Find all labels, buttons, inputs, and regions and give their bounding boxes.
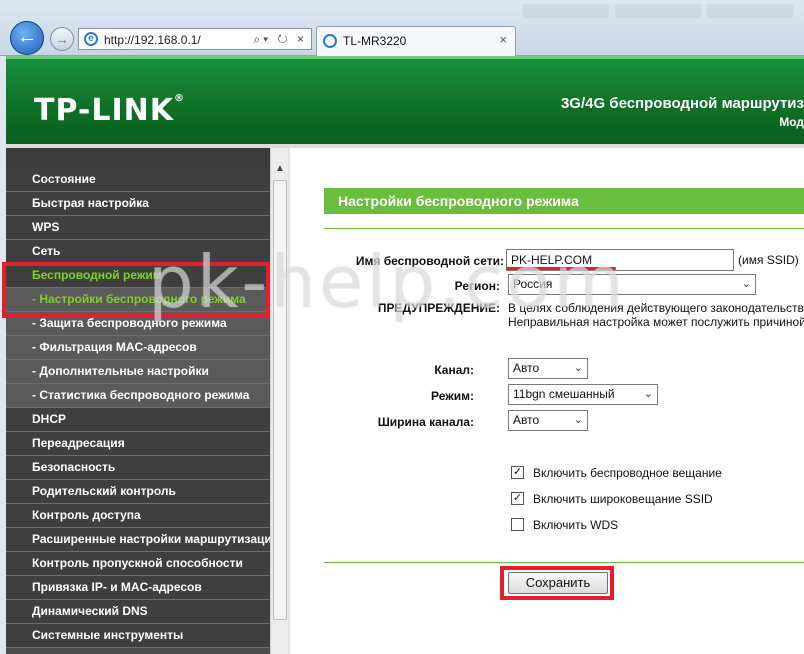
channel-width-value: Авто [513,413,540,427]
sidebar-item[interactable]: Контроль доступа [6,504,270,528]
wds-checkbox-label: Включить WDS [533,518,619,532]
address-bar[interactable]: e http://192.168.0.1/ ⌕▾ ↻ × [78,28,312,50]
sidebar-item[interactable]: DHCP [6,408,270,432]
warning-text-2: Неправильная настройка может послужить п… [508,315,804,329]
mode-select[interactable]: 11bgn смешанный ⌄ [508,384,658,405]
sidebar-item[interactable]: Переадресация [6,432,270,456]
chevron-down-icon: ⌄ [643,388,653,400]
ssid-broadcast-checkbox-label: Включить широковещание SSID [533,492,713,506]
chevron-down-icon: ⌄ [741,278,751,290]
ssid-hint: (имя SSID) [738,253,799,267]
warning-text-1: В целях соблюдения действующего законода… [508,301,804,315]
annotation-ssid-underline [506,267,616,270]
sidebar-item[interactable]: - Дополнительные настройки [6,360,270,384]
channel-width-select[interactable]: Авто ⌄ [508,410,588,431]
chevron-down-icon: ⌄ [573,362,583,374]
annotation-save [500,566,614,600]
annotation-wireless-menu [2,262,270,318]
region-select[interactable]: Россия ⌄ [508,274,756,295]
channel-label: Канал: [434,363,474,377]
tp-link-logo: TP-LINK® [34,93,186,128]
ssid-label: Имя беспроводной сети: [355,254,504,268]
address-tools-icon[interactable]: ⌕▾ ↻ × [253,32,307,47]
sidebar-item[interactable]: Состояние [6,168,270,192]
sidebar-item[interactable]: Сеть [6,240,270,264]
channel-value: Авто [513,361,540,375]
sidebar: Состояние Быстрая настройка WPS Сеть Беспров… [6,148,270,654]
mode-label: Режим: [431,389,474,403]
browser-chrome: ← → e http://192.168.0.1/ ⌕▾ ↻ × TL-MR32… [0,0,804,56]
sidebar-item[interactable]: Системные инструменты [6,624,270,648]
sidebar-item[interactable]: Безопасность [6,456,270,480]
sidebar-item[interactable]: Расширенные настройки маршрутизации [6,528,270,552]
sidebar-item[interactable]: - Статистика беспроводного режима [6,384,270,408]
sidebar-item[interactable]: Быстрая настройка [6,192,270,216]
sidebar-item[interactable]: Динамический DNS [6,600,270,624]
ie-icon: e [84,32,98,46]
section-rule-bottom [324,562,804,563]
browser-tab[interactable]: TL-MR3220 × [316,26,516,56]
warning-label: ПРЕДУПРЕЖДЕНИЕ: [377,301,500,315]
section-rule-top [324,228,804,229]
mode-value: 11bgn смешанный [513,387,615,401]
ssid-broadcast-checkbox[interactable]: ✓ [511,492,524,505]
region-label: Регион: [454,279,500,293]
scroll-thumb[interactable] [273,180,287,620]
scroll-up-icon[interactable]: ▲ [273,162,287,176]
router-header: TP-LINK® 3G/4G беспроводной маршрутиз Мо… [6,56,804,144]
broadcast-checkbox[interactable]: ✓ [511,466,524,479]
back-button[interactable]: ← [10,21,44,55]
broadcast-checkbox-label: Включить беспроводное вещание [533,466,722,480]
sidebar-menu: Состояние Быстрая настройка WPS Сеть Беспров… [6,168,270,648]
close-icon[interactable]: × [499,32,507,47]
wds-checkbox[interactable] [511,518,524,531]
model-label: Мод [779,115,804,129]
chevron-down-icon: ⌄ [573,414,583,426]
tab-ie-icon [323,34,337,48]
tab-title: TL-MR3220 [343,34,407,48]
sidebar-item[interactable]: Привязка IP- и MAC-адресов [6,576,270,600]
background-tabs [520,2,804,22]
sidebar-item[interactable]: Контроль пропускной способности [6,552,270,576]
product-subtitle: 3G/4G беспроводной маршрутиз [560,95,804,112]
sidebar-item[interactable]: - Фильтрация MAC-адресов [6,336,270,360]
sidebar-item[interactable]: WPS [6,216,270,240]
channel-width-label: Ширина канала: [377,415,474,429]
channel-select[interactable]: Авто ⌄ [508,358,588,379]
sidebar-item[interactable]: Родительский контроль [6,480,270,504]
sidebar-top [6,148,270,168]
forward-button[interactable]: → [50,27,74,51]
section-title: Настройки беспроводного режима [324,188,804,214]
sidebar-scrollbar[interactable]: ▲ [270,148,288,654]
address-url: http://192.168.0.1/ [104,33,201,47]
region-value: Россия [513,277,553,291]
